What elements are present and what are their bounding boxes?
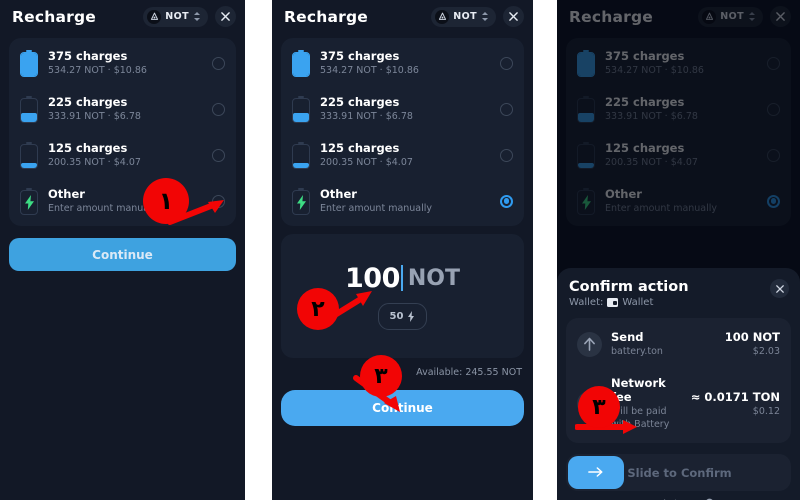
slide-to-confirm[interactable]: Slide to Confirm — [566, 454, 791, 491]
option-subtitle: 333.91 NOT · $6.78 — [48, 111, 141, 122]
panel-step-1: Recharge NOT 375 charges 534.27 NOT · $10… — [0, 0, 245, 500]
token-selector[interactable]: NOT — [143, 6, 208, 27]
screenshot-stage: Recharge NOT 375 charges 534.27 NOT · $10… — [0, 0, 800, 500]
option-radio[interactable] — [212, 148, 225, 162]
recharge-option-row[interactable]: 375 charges 534.27 NOT · $10.86 — [281, 40, 524, 86]
battery-medium-icon — [20, 95, 38, 123]
battery-low-icon — [292, 141, 310, 169]
confirm-header: Confirm action Wallet: Wallet — [566, 268, 791, 308]
annotation-marker-2: ٢ — [297, 288, 339, 330]
confirm-action-sheet: Confirm action Wallet: Wallet Send batter… — [557, 268, 800, 500]
page-title: Recharge — [284, 7, 368, 26]
transaction-row: Send battery.ton 100 NOT $2.03 — [566, 321, 791, 367]
continue-button[interactable]: Continue — [9, 238, 236, 271]
option-title: 125 charges — [320, 141, 400, 155]
battery-low-icon — [20, 141, 38, 169]
confirm-close-button[interactable] — [770, 279, 789, 298]
recharge-sheet-2: Recharge NOT 375 charges 534.27 NOT · $10… — [272, 0, 533, 500]
option-title: 125 charges — [48, 141, 128, 155]
option-subtitle: 200.35 NOT · $4.07 — [48, 157, 141, 168]
option-title: 375 charges — [48, 49, 128, 63]
transaction-label: Send — [611, 330, 644, 344]
text-caret — [400, 265, 403, 291]
amount-currency: NOT — [407, 265, 460, 291]
option-title: 225 charges — [48, 95, 128, 109]
battery-medium-icon — [292, 95, 310, 123]
recharge-sheet-1: Recharge NOT 375 charges 534.27 NOT · $10… — [0, 0, 245, 500]
confirm-titles: Confirm action Wallet: Wallet — [569, 279, 770, 308]
bolt-icon — [407, 307, 415, 326]
recharge-options-list: 375 charges 534.27 NOT · $10.86 225 charge… — [281, 38, 524, 226]
option-radio[interactable] — [500, 102, 513, 116]
transaction-values: 100 NOT $2.03 — [725, 330, 780, 358]
option-radio[interactable] — [500, 194, 513, 208]
option-title: Other — [320, 187, 357, 201]
token-selector[interactable]: NOT — [431, 6, 496, 27]
option-radio[interactable] — [500, 56, 513, 70]
option-text: 375 charges 534.27 NOT · $10.86 — [320, 49, 490, 77]
annotation-marker-4: ٣ — [578, 386, 620, 428]
page-title: Recharge — [12, 7, 96, 26]
transaction-amount: ≈ 0.0171 TON — [690, 389, 780, 404]
battery-full-icon — [292, 49, 310, 77]
option-radio[interactable] — [212, 56, 225, 70]
transaction-usd: $0.12 — [752, 405, 780, 417]
option-text: 225 charges 333.91 NOT · $6.78 — [320, 95, 490, 123]
recharge-option-row[interactable]: Other Enter amount manually — [281, 178, 524, 224]
option-radio[interactable] — [500, 148, 513, 162]
close-button[interactable] — [503, 6, 524, 27]
transaction-sub: battery.ton — [611, 346, 663, 357]
sheet-header: Recharge NOT — [0, 0, 245, 33]
token-name: NOT — [453, 11, 477, 22]
recharge-option-row[interactable]: 225 charges 333.91 NOT · $6.78 — [9, 86, 236, 132]
sheet-header: Recharge NOT — [272, 0, 533, 33]
recharge-option-row[interactable]: 125 charges 200.35 NOT · $4.07 — [9, 132, 236, 178]
chevron-updown-icon — [193, 11, 201, 22]
confirm-title: Confirm action — [569, 279, 689, 295]
recharge-option-row[interactable]: 225 charges 333.91 NOT · $6.78 — [281, 86, 524, 132]
quick-amount-chip[interactable]: 50 — [377, 302, 428, 330]
arrow-up-icon — [577, 331, 602, 357]
close-button[interactable] — [215, 6, 236, 27]
panel-step-2: Recharge NOT 375 charges 534.27 NOT · $10… — [272, 0, 533, 500]
transaction-usd: $2.03 — [752, 346, 780, 357]
option-text: 225 charges 333.91 NOT · $6.78 — [48, 95, 202, 123]
recharge-option-row[interactable]: 375 charges 534.27 NOT · $10.86 — [9, 40, 236, 86]
option-title: 225 charges — [320, 95, 400, 109]
recharge-option-row[interactable]: 125 charges 200.35 NOT · $4.07 — [281, 132, 524, 178]
option-subtitle: 200.35 NOT · $4.07 — [320, 157, 413, 168]
transaction-values: ≈ 0.0171 TON $0.12 — [691, 390, 780, 418]
notcoin-token-icon — [147, 9, 162, 24]
wallet-icon — [607, 298, 619, 307]
option-radio[interactable] — [212, 102, 225, 116]
option-text: 375 charges 534.27 NOT · $10.86 — [48, 49, 202, 77]
battery-full-icon — [20, 49, 38, 77]
annotation-marker-3: ٣ — [360, 355, 402, 397]
option-subtitle: 333.91 NOT · $6.78 — [320, 111, 413, 122]
slide-label: Slide to Confirm — [627, 465, 732, 480]
option-subtitle: Enter amount manually — [320, 203, 433, 214]
option-text: 125 charges 200.35 NOT · $4.07 — [320, 141, 490, 169]
quick-amount-value: 50 — [389, 310, 404, 322]
transaction-text: Send battery.ton — [611, 330, 716, 358]
annotation-marker-1: ١ — [143, 178, 189, 224]
chevron-updown-icon — [481, 11, 489, 22]
notcoin-token-icon — [435, 9, 450, 24]
wallet-name: Wallet — [622, 297, 654, 308]
option-subtitle: 534.27 NOT · $10.86 — [48, 65, 147, 76]
battery-bolt-icon — [292, 187, 310, 215]
token-name: NOT — [165, 11, 189, 22]
transaction-amount: 100 NOT — [724, 330, 780, 344]
battery-bolt-icon — [20, 187, 38, 215]
wallet-label: Wallet: — [569, 297, 604, 308]
option-subtitle: 534.27 NOT · $10.86 — [320, 65, 419, 76]
option-text: 125 charges 200.35 NOT · $4.07 — [48, 141, 202, 169]
option-title: 375 charges — [320, 49, 400, 63]
option-text: Other Enter amount manually — [320, 187, 490, 215]
wallet-line: Wallet: Wallet — [569, 297, 770, 308]
transaction-label: Network fee — [611, 376, 666, 404]
